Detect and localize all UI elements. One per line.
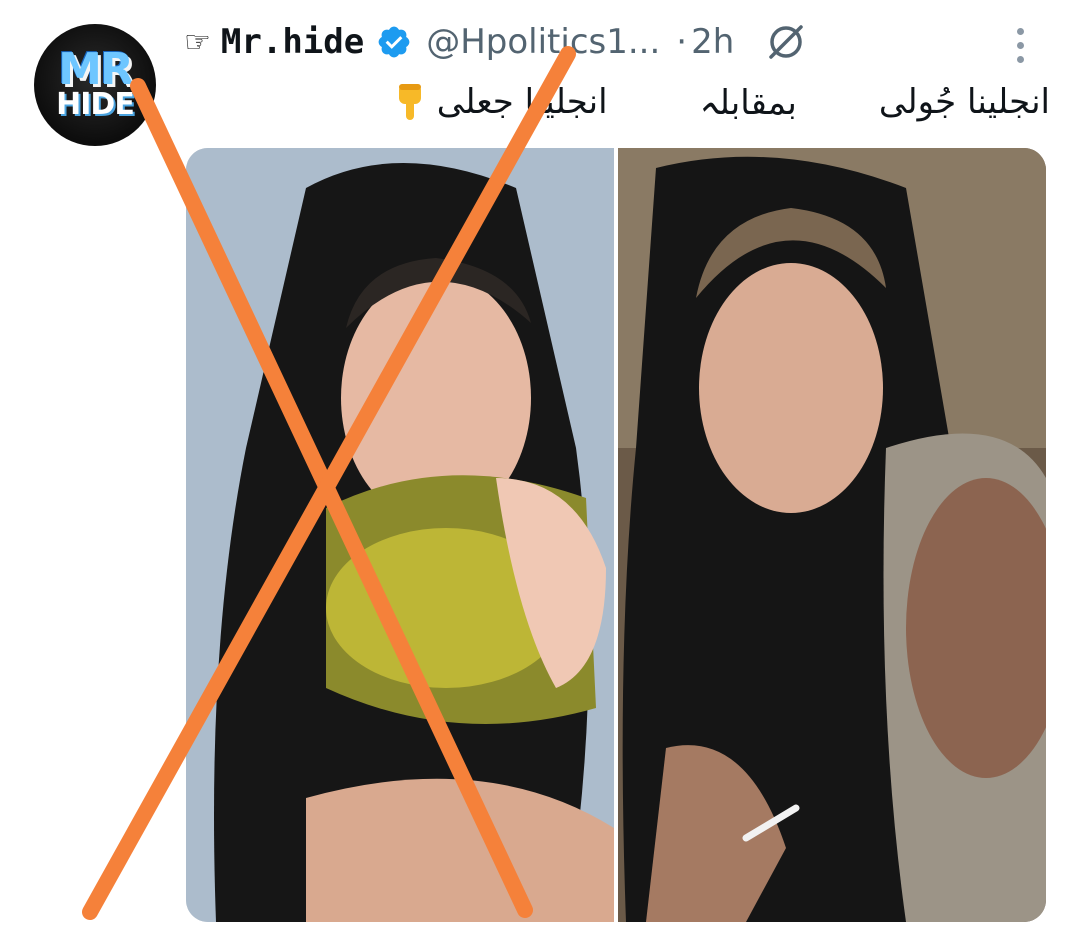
tweet-header: ☞ Mr.hide @Hpolitics1... · 2h: [184, 14, 1064, 70]
media-divider: [614, 148, 618, 922]
grok-icon[interactable]: [764, 20, 808, 64]
display-name[interactable]: Mr.hide: [221, 22, 364, 62]
avatar-text-mr: MR: [58, 44, 134, 95]
verified-badge-icon: [378, 26, 410, 58]
photo-left[interactable]: [186, 148, 614, 922]
more-vertical-icon[interactable]: [1005, 20, 1035, 70]
more-dot: [1016, 41, 1024, 49]
more-dot: [1016, 55, 1024, 63]
tweet[interactable]: MR HIDE ☞ Mr.hide @Hpolitics1... · 2h ان…: [0, 0, 1080, 939]
tweet-media[interactable]: [186, 148, 1046, 922]
tweet-text-part3: انجلینا جعلی: [436, 82, 608, 122]
separator-dot: ·: [676, 22, 688, 62]
media-photos: [186, 148, 1046, 922]
tweet-text: انجلینا جُولی بمقابلہ انجلینا جعلی: [260, 72, 1050, 132]
pointing-down-emoji: [398, 84, 421, 120]
tweet-text-part1: انجلینا جُولی: [878, 82, 1050, 122]
tweet-text-part2: بمقابلہ: [699, 82, 797, 123]
avatar[interactable]: MR HIDE: [34, 24, 156, 146]
timestamp[interactable]: 2h: [691, 22, 734, 62]
user-handle[interactable]: @Hpolitics1...: [426, 22, 660, 62]
avatar-text-hide: HIDE: [56, 87, 135, 122]
more-dot: [1016, 27, 1024, 35]
photo-right[interactable]: [618, 148, 1046, 922]
pointing-hand-icon: ☞: [184, 24, 211, 60]
